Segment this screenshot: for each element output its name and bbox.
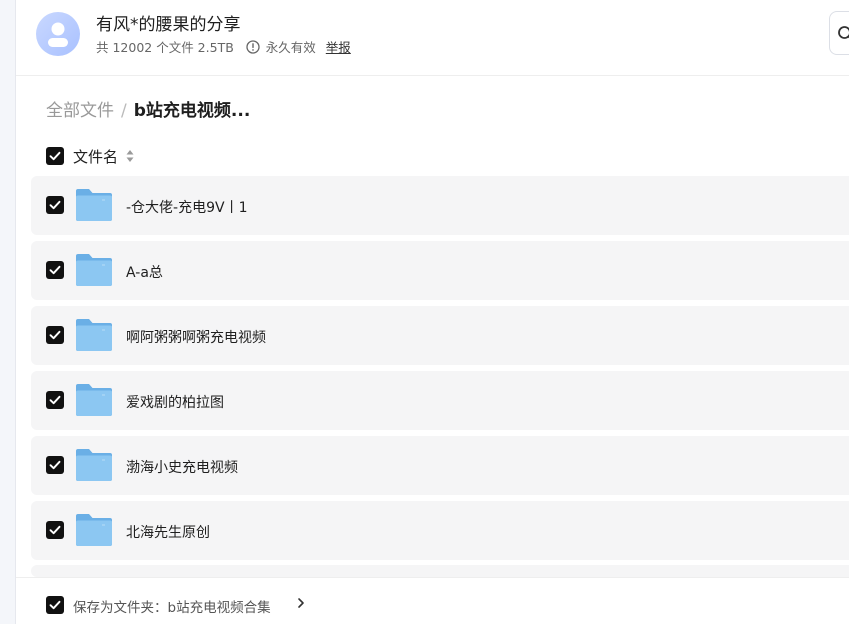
share-meta: 共 12002 个文件 2.5TB 永久有效 举报	[96, 37, 351, 56]
checkbox-checked-icon	[46, 391, 64, 409]
table-row[interactable]: -仓大佬-充电9V丨1	[31, 176, 849, 235]
checkbox-checked-icon	[46, 261, 64, 279]
folder-icon	[75, 513, 113, 547]
file-name[interactable]: 啊阿粥粥啊粥充电视频	[126, 327, 266, 347]
report-link[interactable]: 举报	[326, 37, 351, 56]
list-item-partial	[31, 565, 849, 577]
checkbox-checked-icon	[46, 147, 64, 165]
breadcrumb-current: b站充电视频...	[134, 101, 251, 121]
table-row[interactable]: 爱戏剧的柏拉图	[31, 371, 849, 430]
folder-icon	[75, 448, 113, 482]
checkbox-checked-icon	[46, 596, 64, 614]
file-count: 共 12002 个文件 2.5TB	[96, 37, 234, 56]
column-file-name[interactable]: 文件名	[73, 146, 118, 167]
folder-icon	[75, 383, 113, 417]
row-checkbox[interactable]	[46, 521, 64, 539]
folder-icon	[75, 188, 113, 222]
share-title: 有风*的腰果的分享	[96, 10, 241, 35]
info-icon[interactable]	[246, 40, 260, 54]
row-checkbox[interactable]	[46, 326, 64, 344]
chevron-right-icon[interactable]	[297, 597, 305, 609]
checkbox-checked-icon	[46, 196, 64, 214]
checkbox-checked-icon	[46, 456, 64, 474]
user-avatar-icon	[36, 12, 80, 56]
table-row[interactable]: 啊阿粥粥啊粥充电视频	[31, 306, 849, 365]
save-footer: 保存为文件夹：b站充电视频合集	[16, 577, 849, 625]
search-button[interactable]	[829, 11, 849, 55]
folder-icon	[75, 253, 113, 287]
select-all-checkbox[interactable]	[46, 147, 64, 165]
table-row[interactable]: 北海先生原创	[31, 501, 849, 560]
file-name[interactable]: A-a总	[126, 262, 163, 282]
table-row[interactable]: 渤海小史充电视频	[31, 436, 849, 495]
row-checkbox[interactable]	[46, 196, 64, 214]
checkbox-checked-icon	[46, 521, 64, 539]
file-list-header: 文件名	[30, 140, 849, 172]
share-header: 有风*的腰果的分享 共 12002 个文件 2.5TB 永久有效 举报	[16, 0, 849, 76]
breadcrumb-root[interactable]: 全部文件	[46, 101, 114, 121]
row-checkbox[interactable]	[46, 391, 64, 409]
checkbox-checked-icon	[46, 326, 64, 344]
file-name[interactable]: 爱戏剧的柏拉图	[126, 392, 224, 412]
sort-icon[interactable]	[126, 149, 134, 163]
file-name[interactable]: -仓大佬-充电9V丨1	[126, 197, 248, 217]
file-name[interactable]: 渤海小史充电视频	[126, 457, 238, 477]
search-icon	[837, 25, 849, 43]
left-sidebar-strip	[0, 0, 16, 624]
save-as-folder-checkbox[interactable]	[46, 596, 64, 614]
table-row[interactable]: A-a总	[31, 241, 849, 300]
save-as-folder-label[interactable]: 保存为文件夹：b站充电视频合集	[73, 596, 271, 616]
row-checkbox[interactable]	[46, 456, 64, 474]
file-name[interactable]: 北海先生原创	[126, 522, 210, 542]
breadcrumb-separator: /	[121, 101, 127, 121]
validity-text: 永久有效	[266, 37, 316, 56]
row-checkbox[interactable]	[46, 261, 64, 279]
folder-icon	[75, 318, 113, 352]
breadcrumb: 全部文件 / b站充电视频...	[46, 96, 250, 121]
